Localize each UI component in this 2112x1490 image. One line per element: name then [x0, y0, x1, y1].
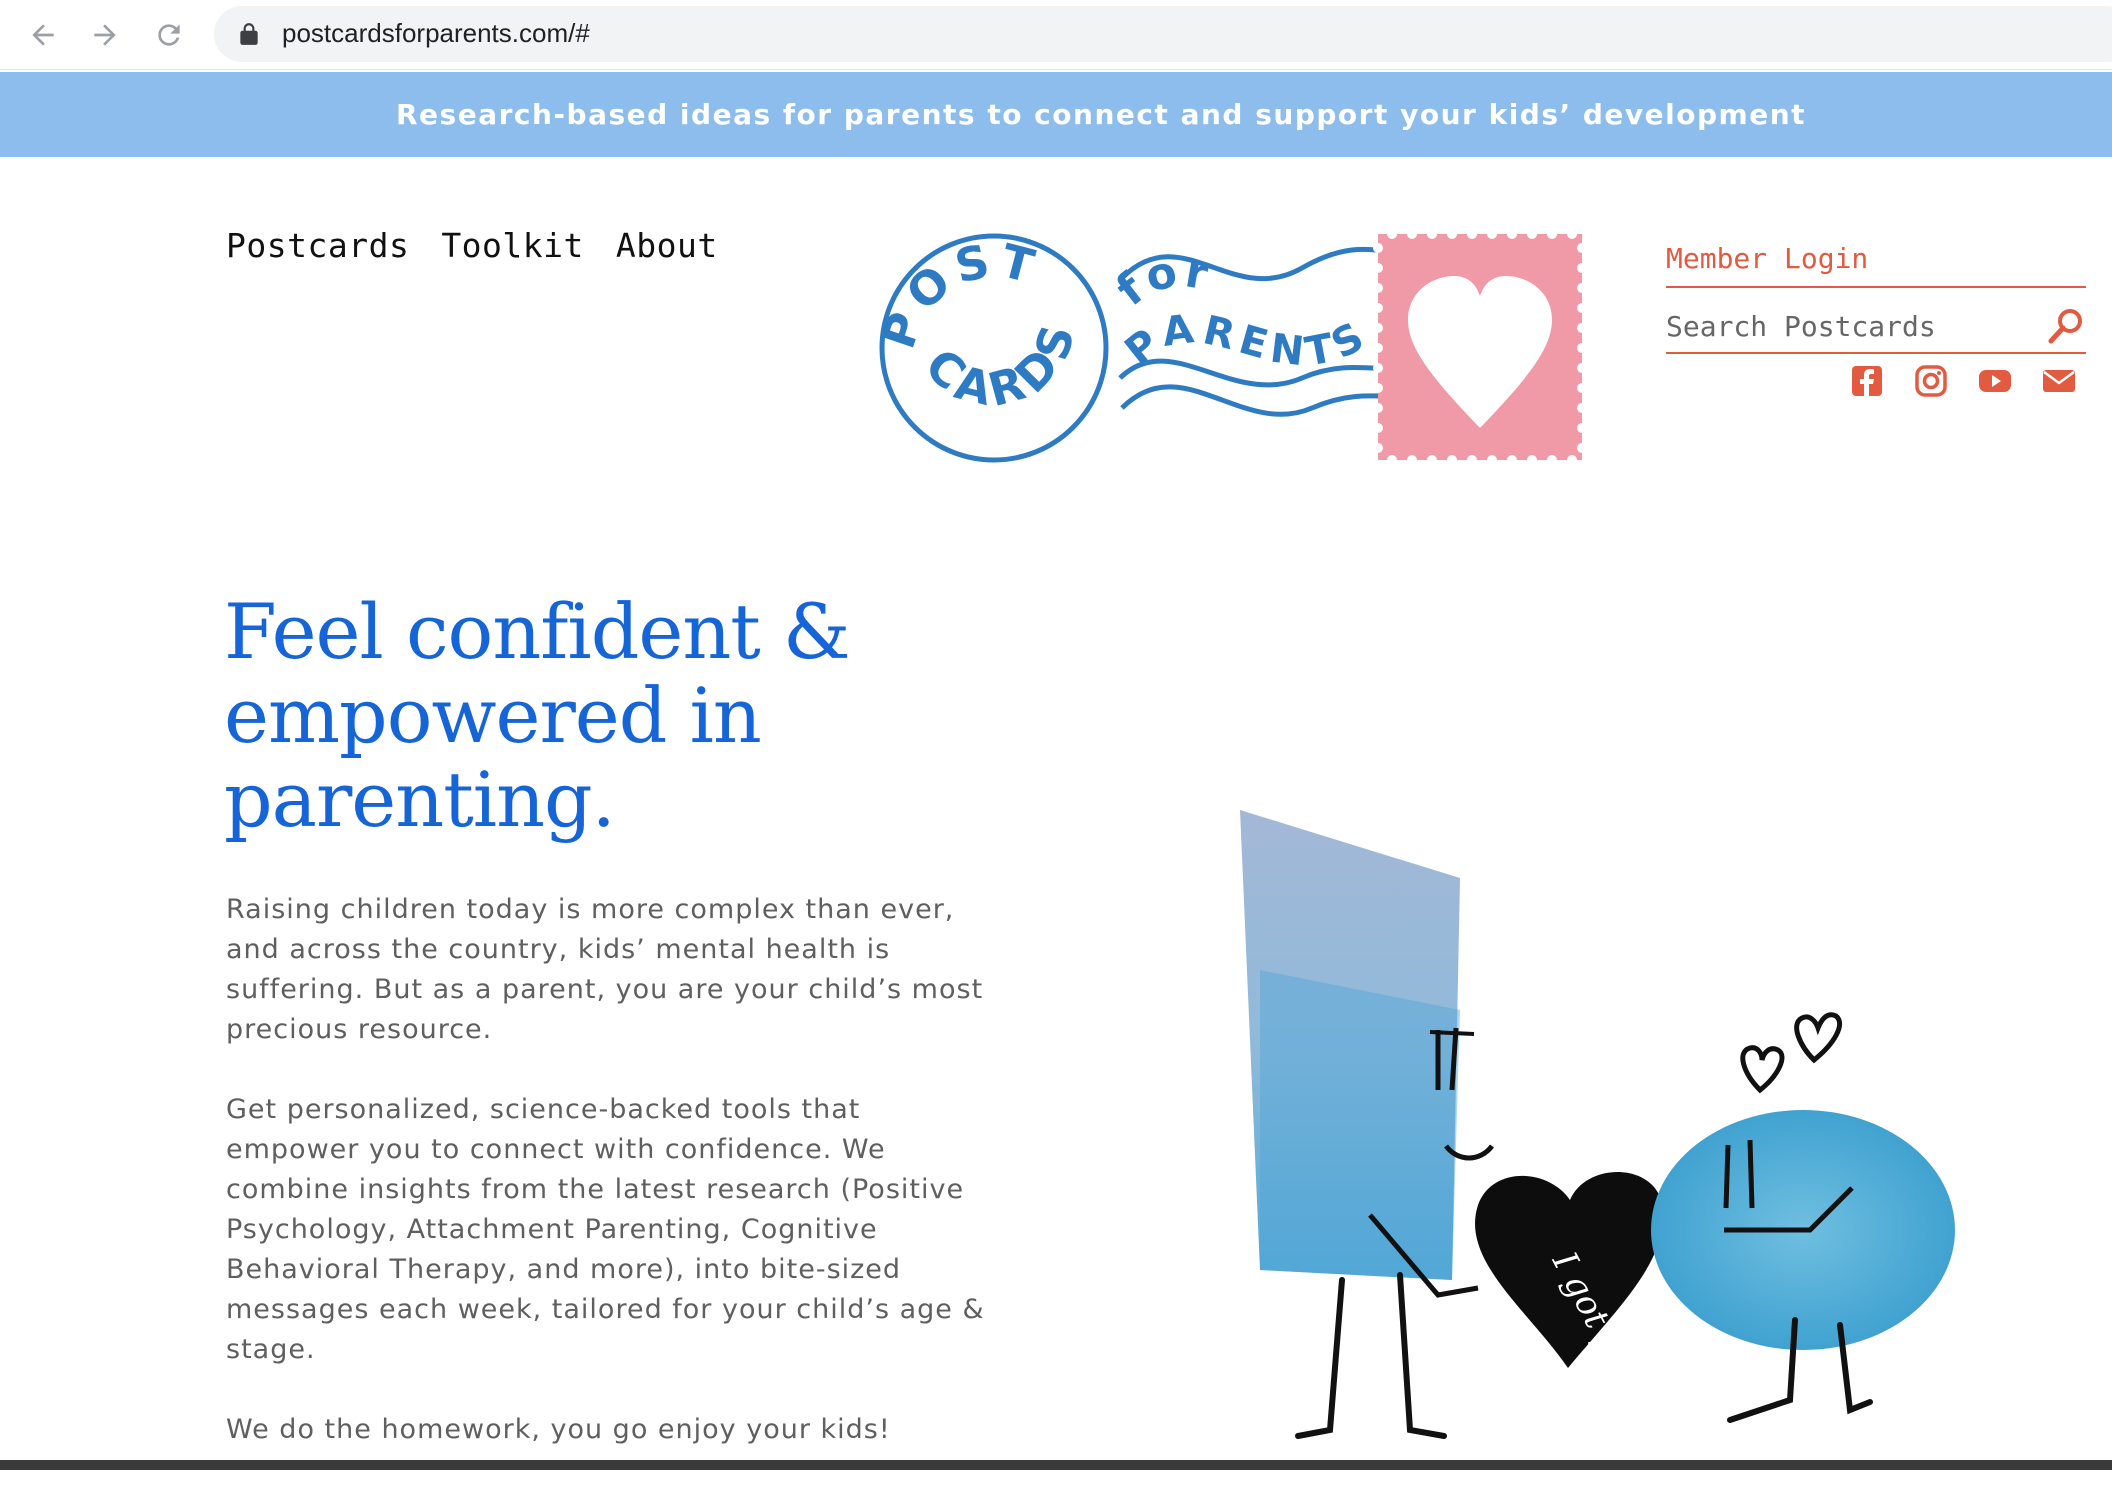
hero-paragraph-2: Get personalized, science-backed tools t…: [226, 1094, 985, 1365]
member-login-link[interactable]: Member Login: [1666, 238, 2086, 288]
facebook-icon: [1852, 366, 1882, 396]
email-icon: [2043, 370, 2075, 392]
arrow-left-icon: [32, 24, 54, 46]
stamp: [1373, 229, 1587, 465]
search-box: [1666, 300, 2086, 354]
facebook-link[interactable]: [1850, 364, 1884, 398]
hero-paragraph-1: Raising children today is more complex t…: [226, 894, 984, 1045]
arrow-right-icon: [94, 24, 116, 46]
hero-paragraph-3: We do the homework, you go enjoy your ki…: [226, 1414, 891, 1445]
black-heart: I got you: [1475, 1171, 1664, 1399]
reload-icon: [158, 24, 180, 46]
back-button[interactable]: [20, 12, 66, 58]
logo-ring-bottom: CARDS: [915, 314, 1087, 418]
hero-illustration: I got you: [1240, 810, 1955, 1439]
announcement-banner: Research-based ideas for parents to conn…: [0, 72, 2112, 157]
search-icon[interactable]: [2046, 306, 2086, 346]
main-nav: Postcards Toolkit About: [226, 226, 718, 265]
search-input[interactable]: [1666, 306, 2026, 346]
logo-wave-for: for: [1107, 245, 1215, 316]
nav-item-about[interactable]: About: [616, 226, 718, 265]
blob-character: [1651, 1012, 1955, 1423]
browser-toolbar: postcardsforparents.com/#: [0, 0, 2112, 70]
social-links: [1850, 364, 2076, 398]
site-logo[interactable]: POST CARDS for PARENTS: [872, 228, 1592, 468]
hero-title: Feel confident & empowered in parenting.: [224, 587, 851, 844]
logo-wave-parents: PARENTS: [1117, 305, 1377, 375]
url-text[interactable]: postcardsforparents.com/#: [282, 18, 590, 49]
bottom-edge: [0, 1460, 2112, 1470]
hero-body: Raising children today is more complex t…: [226, 890, 986, 1490]
nav-item-postcards[interactable]: Postcards: [226, 226, 409, 265]
youtube-link[interactable]: [1978, 364, 2012, 398]
nav-item-toolkit[interactable]: Toolkit: [441, 226, 584, 265]
email-link[interactable]: [2042, 364, 2076, 398]
address-bar[interactable]: postcardsforparents.com/#: [214, 6, 2112, 62]
instagram-icon: [1915, 365, 1947, 397]
postcard-character: [1240, 810, 1494, 1439]
banner-text: Research-based ideas for parents to conn…: [395, 98, 1807, 131]
reload-button[interactable]: [146, 12, 192, 58]
forward-button[interactable]: [82, 12, 128, 58]
instagram-link[interactable]: [1914, 364, 1948, 398]
youtube-icon: [1979, 370, 2011, 392]
lock-icon: [240, 23, 258, 45]
